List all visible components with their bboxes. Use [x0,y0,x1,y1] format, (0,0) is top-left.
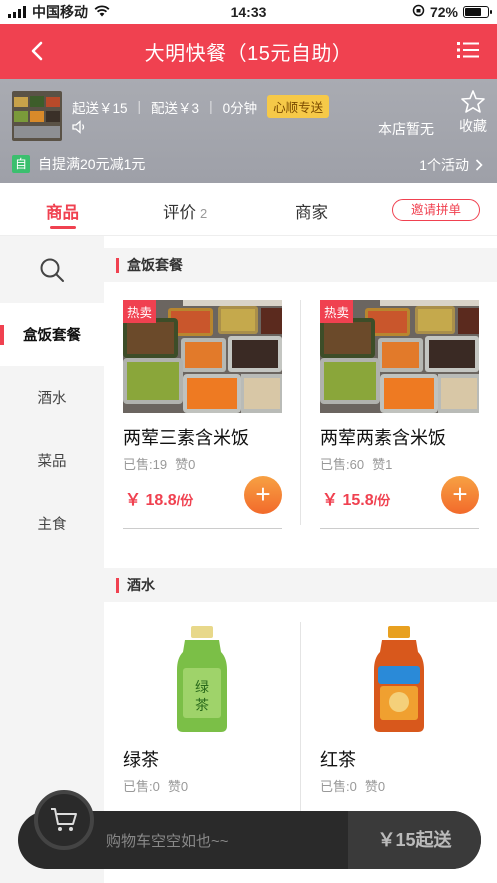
product-stats: 已售:0 赞0 [320,776,385,795]
product-stats: 已售:60 赞1 [320,454,392,473]
svg-text:绿: 绿 [195,680,209,696]
sold-count: 已售:19 [123,457,168,472]
speaker-icon [72,120,85,134]
product-card[interactable]: 绿 茶 绿茶 已售:0 赞0 [104,612,300,832]
shopping-cart-icon [51,808,77,831]
like-count: 赞0 [364,779,386,794]
page-title: 大明快餐（15元自助） [144,43,353,65]
delivery-badge: 心顺专送 [267,95,330,118]
product-name: 两荤两素含米饭 [320,428,446,448]
price-value: ￥ 15.8 [322,492,374,509]
chevron-left-icon[interactable] [26,37,50,65]
product-photo: 绿 茶 [123,622,282,735]
like-count: 赞1 [372,457,393,472]
store-thumbnail [12,91,62,141]
delivery-fee-label: 配送￥3 [151,100,200,116]
invite-group-order-button[interactable]: 邀请拼单 [392,199,480,221]
cart-empty-text: 购物车空空如也~~ [106,833,229,850]
tab-products-label: 商品 [46,204,79,222]
battery-icon [463,6,492,18]
sold-count: 已售:0 [320,779,357,794]
activity-link[interactable]: 1个活动 [419,155,483,175]
star-icon [461,90,485,113]
promo-text: 自提满20元减1元 [38,156,146,172]
price-unit: /份 [176,493,194,508]
product-card[interactable]: 红茶 已售:0 赞0 [301,612,497,832]
divider [320,528,479,529]
activity-label: 1个活动 [419,157,469,173]
tab-products[interactable]: 商品 [46,199,79,223]
product-name: 两荤三素含米饭 [123,428,249,448]
like-count: 赞0 [175,457,196,472]
product-card[interactable]: 热卖 两荤两素含米饭 已售:60 赞1 ￥ 15.8/份 + [301,290,497,540]
category-sidebar: 盒饭套餐 酒水 菜品 主食 [0,236,104,671]
product-stats: 已售:0 赞0 [123,776,188,795]
category-item-dishes[interactable]: 菜品 [0,429,104,492]
sold-count: 已售:0 [123,779,160,794]
add-to-cart-button[interactable]: + [244,476,282,514]
promo-tag: 自 [12,155,30,173]
tab-merchant[interactable]: 商家 [295,199,328,223]
signal-icon [8,6,26,18]
tab-reviews-label: 评价 [163,204,196,222]
tab-bar: 商品 评价 2 商家 邀请拼单 [0,183,497,236]
favorite-button[interactable]: 收藏 [455,89,491,136]
category-item-drinks[interactable]: 酒水 [0,366,104,429]
tab-reviews[interactable]: 评价 2 [163,199,207,223]
nav-header: 大明快餐（15元自助） [0,24,497,79]
hot-badge: 热卖 [123,300,157,323]
hot-badge: 热卖 [320,300,354,323]
category-item-staples[interactable]: 主食 [0,492,104,555]
product-stats: 已售:19 赞0 [123,454,195,473]
product-price: ￥ 15.8/份 [322,486,390,510]
list-icon[interactable] [457,41,479,59]
favorite-label: 收藏 [459,118,487,134]
product-photo: 热卖 [123,300,282,413]
price-value: ￥ 18.8 [125,492,177,509]
battery-percent: 72% [429,4,458,20]
product-name: 绿茶 [123,750,159,770]
product-price: ￥ 18.8/份 [125,486,193,510]
product-list: 盒饭套餐 热卖 两荤三素含米饭 已售:19 赞0 ￥ 18.8/份 + 热卖 两… [104,236,497,883]
store-info: 起送￥15 | 配送￥3 | 0分钟 心顺专送 本店暂无 收藏 自 自提满20元… [0,79,497,183]
product-name: 红茶 [320,750,356,770]
add-to-cart-button[interactable]: + [441,476,479,514]
like-count: 赞0 [167,779,189,794]
status-bar: 中国移动 14:33 72% [0,0,497,24]
min-order-label: 起送￥15 [72,100,128,116]
product-photo: 热卖 [320,300,479,413]
price-unit: /份 [373,493,391,508]
promo-row: 自 自提满20元减1元 [12,154,145,174]
chevron-right-icon [475,159,483,171]
review-count: 2 [200,206,208,221]
delivery-time-label: 0分钟 [222,100,258,116]
search-icon [40,258,64,282]
svg-text:茶: 茶 [195,698,209,714]
carrier-label: 中国移动 [32,4,88,20]
wifi-icon [94,4,110,20]
product-card[interactable]: 热卖 两荤三素含米饭 已售:19 赞0 ￥ 18.8/份 + [104,290,300,540]
cart-button[interactable] [34,790,94,850]
active-tab-indicator [50,226,76,229]
search-button[interactable] [0,236,104,303]
tab-merchant-label: 商家 [295,204,328,222]
section-header: 酒水 [104,568,497,602]
rotation-lock-icon [412,4,425,20]
store-notice: 本店暂无 [378,121,434,137]
sold-count: 已售:60 [320,457,365,472]
min-order-button[interactable]: ￥15起送 [348,811,481,869]
product-photo [320,622,479,735]
section-header: 盒饭套餐 [104,248,497,282]
divider [123,528,282,529]
category-item-boxed-meals[interactable]: 盒饭套餐 [0,303,104,366]
